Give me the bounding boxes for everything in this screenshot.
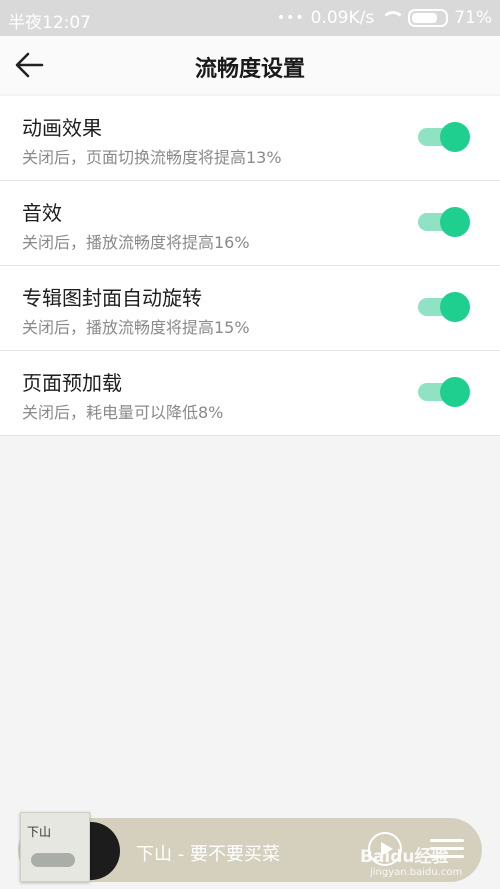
wifi-icon <box>380 10 406 26</box>
toggle-sound[interactable] <box>418 207 470 237</box>
status-bar: 半夜12:07 ••• 0.09K/s 71% <box>0 0 500 36</box>
mini-player[interactable]: 下山 下山 - 要不要买菜 <box>18 812 482 882</box>
cover-art <box>31 853 75 867</box>
cover-title: 下山 <box>27 825 52 839</box>
battery-icon <box>408 9 449 27</box>
setting-label: 动画效果 <box>22 116 102 140</box>
setting-row-preload: 页面预加载 关闭后，耗电量可以降低8% <box>0 351 500 436</box>
settings-list: 动画效果 关闭后，页面切换流畅度将提高13% 音效 关闭后，播放流畅度将提高16… <box>0 96 500 436</box>
toggle-animation[interactable] <box>418 122 470 152</box>
setting-label: 专辑图封面自动旋转 <box>22 286 202 310</box>
status-time: 半夜12:07 <box>8 13 91 33</box>
setting-description: 关闭后，播放流畅度将提高16% <box>22 233 250 252</box>
setting-description: 关闭后，页面切换流畅度将提高13% <box>22 148 282 167</box>
album-cover[interactable]: 下山 <box>20 812 90 882</box>
signal-dots-icon: ••• <box>276 10 305 26</box>
setting-description: 关闭后，耗电量可以降低8% <box>22 403 224 422</box>
setting-label: 音效 <box>22 201 62 225</box>
now-playing-title: 下山 - 要不要买菜 <box>136 844 280 865</box>
network-speed: 0.09K/s <box>310 8 375 28</box>
battery-percent: 71% <box>454 8 492 28</box>
setting-row-animation: 动画效果 关闭后，页面切换流畅度将提高13% <box>0 96 500 181</box>
setting-description: 关闭后，播放流畅度将提高15% <box>22 318 250 337</box>
setting-row-sound: 音效 关闭后，播放流畅度将提高16% <box>0 181 500 266</box>
header: 流畅度设置 <box>0 36 500 94</box>
playlist-button[interactable] <box>430 834 464 864</box>
page-title: 流畅度设置 <box>194 57 305 82</box>
play-button[interactable] <box>368 832 402 866</box>
status-right-group: ••• 0.09K/s 71% <box>277 8 492 28</box>
toggle-cover-rotate[interactable] <box>418 292 470 322</box>
toggle-preload[interactable] <box>418 377 470 407</box>
setting-row-cover-rotate: 专辑图封面自动旋转 关闭后，播放流畅度将提高15% <box>0 266 500 351</box>
setting-label: 页面预加载 <box>22 371 122 395</box>
